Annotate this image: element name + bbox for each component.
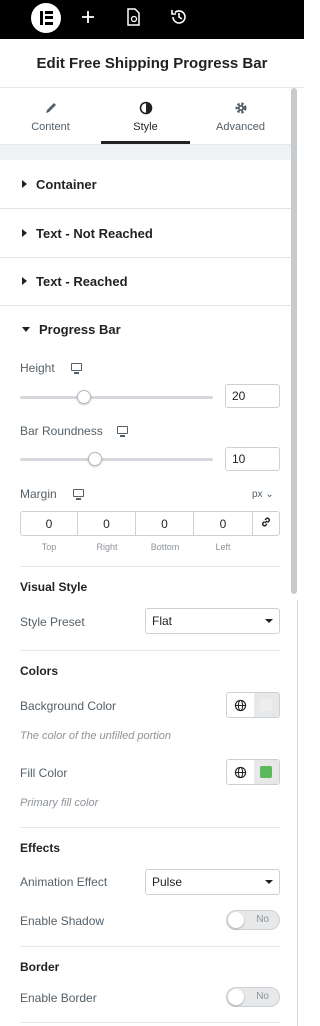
toggle-knob <box>228 989 244 1005</box>
enable-border-label: Enable Border <box>20 991 97 1005</box>
background-color-label: Background Color <box>20 699 117 713</box>
section-text-not-reached[interactable]: Text - Not Reached <box>0 209 291 258</box>
section-container-label: Container <box>36 176 97 192</box>
margin-bottom-input[interactable]: 0 <box>135 511 194 536</box>
margin-inputs: 0 0 0 0 <box>20 511 280 536</box>
enable-border-state: No <box>256 991 269 1002</box>
fill-color-label: Fill Color <box>20 766 68 780</box>
page-settings-icon[interactable] <box>122 6 144 28</box>
height-input[interactable]: 20 <box>225 384 280 408</box>
enable-shadow-toggle[interactable]: No <box>226 910 280 930</box>
link-icon <box>260 515 272 533</box>
margin-right-input[interactable]: 0 <box>77 511 136 536</box>
chevron-down-icon: ⌄ <box>265 489 274 500</box>
half-circle-icon <box>139 99 153 117</box>
enable-shadow-state: No <box>256 914 269 925</box>
section-progress-bar-label: Progress Bar <box>39 321 121 337</box>
tab-content-label: Content <box>31 121 70 133</box>
section-text-reached[interactable]: Text - Reached <box>0 257 291 306</box>
margin-bottom-caption: Bottom <box>150 542 180 552</box>
caret-down-icon <box>265 619 273 623</box>
style-preset-label: Style Preset <box>20 615 85 629</box>
section-gap <box>0 145 291 160</box>
tab-advanced[interactable]: Advanced <box>190 88 291 144</box>
link-values-button[interactable] <box>252 511 280 536</box>
globe-icon[interactable] <box>227 693 255 717</box>
tab-style-label: Style <box>133 121 158 133</box>
panel-title: Edit Free Shipping Progress Bar <box>0 39 304 88</box>
panel-scrollbar[interactable] <box>291 88 297 594</box>
roundness-input[interactable]: 10 <box>225 447 280 471</box>
divider <box>20 650 280 651</box>
style-preset-select[interactable]: Flat <box>145 608 280 634</box>
margin-top-caption: Top <box>41 542 57 552</box>
desktop-icon[interactable] <box>73 489 84 500</box>
tab-advanced-label: Advanced <box>216 121 265 133</box>
margin-unit-select[interactable]: px ⌄ <box>252 489 274 500</box>
bar-roundness-label: Bar Roundness <box>20 424 103 438</box>
margin-label: Margin <box>20 487 57 501</box>
animation-effect-label: Animation Effect <box>20 875 108 889</box>
caret-right-icon <box>22 277 27 285</box>
plus-icon[interactable] <box>77 6 99 28</box>
section-progress-bar[interactable]: Progress Bar <box>0 305 291 353</box>
fill-color-hint: Primary fill color <box>20 797 99 809</box>
animation-effect-select[interactable]: Pulse <box>145 869 280 895</box>
height-slider-thumb[interactable] <box>76 390 91 404</box>
caret-right-icon <box>22 229 27 237</box>
scroll-track-line <box>297 600 298 1026</box>
fill-color-swatch <box>260 766 272 778</box>
toggle-knob <box>228 912 244 928</box>
height-label: Height <box>20 361 55 375</box>
background-color-swatch <box>260 699 272 711</box>
section-text-reached-label: Text - Reached <box>36 273 128 289</box>
enable-shadow-label: Enable Shadow <box>20 914 105 928</box>
section-text-not-reached-label: Text - Not Reached <box>36 225 153 241</box>
effects-heading: Effects <box>20 841 61 855</box>
colors-heading: Colors <box>20 664 59 678</box>
margin-right-caption: Right <box>96 542 118 552</box>
enable-border-toggle[interactable]: No <box>226 987 280 1007</box>
margin-left-input[interactable]: 0 <box>193 511 253 536</box>
roundness-slider-thumb[interactable] <box>88 452 103 466</box>
roundness-slider-track[interactable] <box>20 458 213 461</box>
height-slider-track[interactable] <box>20 396 213 399</box>
panel-tabs: Content Style Advanced <box>0 88 291 144</box>
history-icon[interactable] <box>168 6 190 28</box>
section-container[interactable]: Container <box>0 160 291 209</box>
elementor-logo-icon[interactable] <box>31 3 61 33</box>
pencil-icon <box>44 99 58 117</box>
caret-right-icon <box>22 180 27 188</box>
tab-style[interactable]: Style <box>101 88 190 144</box>
editor-topbar <box>0 0 304 39</box>
border-heading: Border <box>20 960 60 974</box>
tab-content[interactable]: Content <box>0 88 101 144</box>
globe-icon[interactable] <box>227 760 255 784</box>
animation-effect-value: Pulse <box>152 875 183 889</box>
divider <box>20 827 280 828</box>
caret-down-icon <box>22 326 30 332</box>
divider <box>20 566 280 567</box>
background-color-hint: The color of the unfilled portion <box>20 730 172 742</box>
desktop-icon[interactable] <box>117 426 128 437</box>
caret-down-icon <box>265 880 273 884</box>
divider <box>20 946 280 947</box>
style-preset-value: Flat <box>152 614 173 628</box>
margin-top-input[interactable]: 0 <box>20 511 78 536</box>
desktop-icon[interactable] <box>71 363 82 374</box>
visual-style-heading: Visual Style <box>20 580 88 594</box>
background-color-control <box>226 692 280 718</box>
fill-color-control <box>226 759 280 785</box>
margin-left-caption: Left <box>215 542 231 552</box>
fill-color-swatch-button[interactable] <box>254 760 279 784</box>
divider <box>20 1022 280 1023</box>
background-color-swatch-button[interactable] <box>254 693 279 717</box>
gear-icon <box>234 99 248 117</box>
margin-unit-value: px <box>252 489 263 500</box>
